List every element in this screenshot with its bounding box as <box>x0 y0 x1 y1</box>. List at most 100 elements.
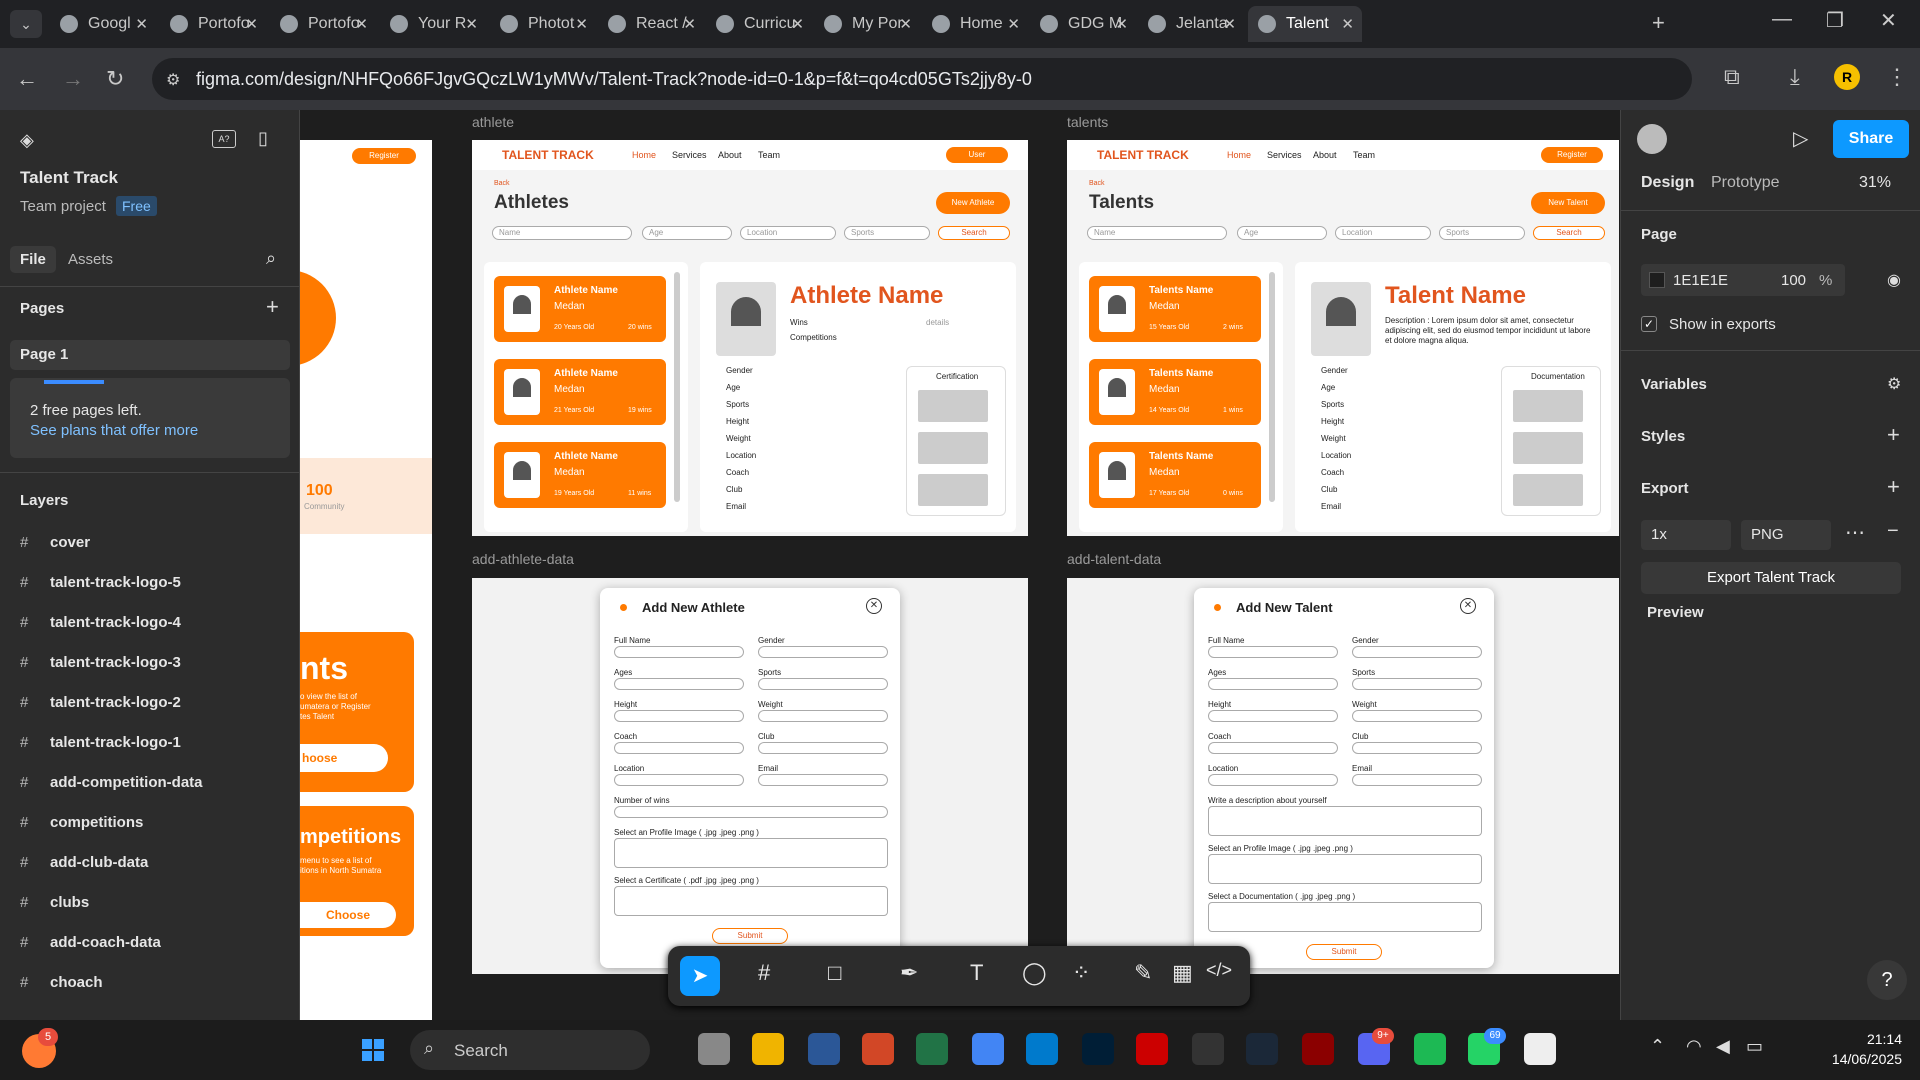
ai-icon[interactable]: A? <box>212 130 236 148</box>
form-input[interactable] <box>1352 742 1482 754</box>
card-list-scrollbar[interactable] <box>674 272 680 502</box>
profile-upload[interactable] <box>1208 854 1482 884</box>
form-input[interactable] <box>614 774 744 786</box>
form-input[interactable] <box>614 742 744 754</box>
app-icon-2[interactable] <box>1302 1033 1334 1065</box>
close-icon[interactable]: ✕ <box>1460 598 1476 614</box>
close-window-icon[interactable]: ✕ <box>1880 8 1897 33</box>
volume-icon[interactable]: ◀ <box>1716 1036 1730 1057</box>
profile-upload[interactable] <box>614 838 888 868</box>
photoshop-icon[interactable] <box>1082 1033 1114 1065</box>
help-icon[interactable]: ? <box>1867 960 1907 1000</box>
layer-item[interactable]: # talent-track-logo-4 <box>20 614 181 631</box>
browser-tab[interactable]: Home ✕ <box>922 6 1028 42</box>
variables-icon[interactable]: ⚙ <box>1887 374 1901 394</box>
tab-close-icon[interactable]: ✕ <box>899 15 912 33</box>
taskbar-search[interactable] <box>410 1030 650 1070</box>
sidebar-toggle-icon[interactable]: ▯ <box>258 128 268 149</box>
forward-icon[interactable]: → <box>62 66 84 92</box>
form-input[interactable] <box>1208 710 1338 722</box>
spotify-icon[interactable] <box>1414 1033 1446 1065</box>
file-name[interactable]: Talent Track <box>20 168 118 188</box>
tab-close-icon[interactable]: ✕ <box>465 15 478 33</box>
frame-label-add-talent[interactable]: add-talent-data <box>1067 551 1161 567</box>
form-input[interactable] <box>758 710 888 722</box>
page-color-value[interactable]: 1E1E1E <box>1673 272 1728 289</box>
layer-item[interactable]: # talent-track-logo-3 <box>20 654 181 671</box>
back-icon[interactable]: ← <box>16 66 38 92</box>
nav-link[interactable]: Team <box>1353 150 1375 160</box>
file-explorer-icon[interactable] <box>752 1033 784 1065</box>
tab-close-icon[interactable]: ✕ <box>1115 15 1128 33</box>
word-icon[interactable] <box>808 1033 840 1065</box>
browser-tab[interactable]: Portofo ✕ <box>160 6 266 42</box>
download-icon[interactable]: ⤓ <box>1790 64 1800 90</box>
details-link[interactable]: details <box>926 318 949 327</box>
tab-design[interactable]: Design <box>1641 174 1694 192</box>
add-style-icon[interactable]: + <box>1887 422 1900 448</box>
browser-tab[interactable]: Talent ✕ <box>1248 6 1362 42</box>
profile-avatar[interactable]: R <box>1834 64 1860 90</box>
form-input[interactable] <box>1352 678 1482 690</box>
nav-register-button[interactable]: Register <box>1541 147 1603 163</box>
clock-time[interactable]: 21:14 <box>1822 1031 1902 1047</box>
pen-tool-icon[interactable]: ✒ <box>900 960 918 986</box>
form-input[interactable] <box>758 774 888 786</box>
menu-dots-icon[interactable]: ⋮ <box>1886 64 1908 90</box>
nav-link[interactable]: Home <box>1227 150 1251 160</box>
promo-choose-button-2[interactable]: Choose <box>300 902 396 928</box>
nav-link[interactable]: Home <box>632 150 656 160</box>
search-button[interactable]: Search <box>938 226 1010 240</box>
styles-title[interactable]: Styles <box>1641 428 1685 445</box>
minimize-icon[interactable]: — <box>1772 8 1792 31</box>
vscode-icon[interactable] <box>1026 1033 1058 1065</box>
form-input[interactable] <box>1352 774 1482 786</box>
description-textarea[interactable] <box>1208 806 1482 836</box>
draw-tool-icon[interactable]: ✎ <box>1134 960 1152 986</box>
nav-link[interactable]: Team <box>758 150 780 160</box>
tab-close-icon[interactable]: ✕ <box>1341 15 1354 33</box>
user-avatar[interactable] <box>1637 124 1667 154</box>
location-filter-input[interactable]: Location <box>740 226 836 240</box>
file-icon[interactable] <box>1524 1033 1556 1065</box>
see-plans-link[interactable]: See plans that offer more <box>30 422 198 439</box>
search-icon[interactable]: ⌕ <box>266 248 276 269</box>
windows-start-icon[interactable] <box>362 1039 384 1061</box>
wins-select[interactable] <box>614 806 888 818</box>
url-input[interactable]: figma.com/design/NHFQo66FJgvGQczLW1yMWv/… <box>152 58 1692 100</box>
site-info-icon[interactable]: ⚙ <box>166 70 180 90</box>
form-input[interactable] <box>1208 774 1338 786</box>
nav-user-button[interactable]: User <box>946 147 1008 163</box>
layer-item[interactable]: # talent-track-logo-5 <box>20 574 181 591</box>
cover-frame[interactable]: Register 100 Community nts o view the li… <box>300 140 432 1020</box>
tray-chevron-icon[interactable]: ⌃ <box>1650 1036 1665 1057</box>
location-filter-input[interactable]: Location <box>1335 226 1431 240</box>
layer-item[interactable]: # add-club-data <box>20 854 148 871</box>
nav-link[interactable]: Services <box>1267 150 1302 160</box>
name-filter-input[interactable]: Name <box>492 226 632 240</box>
person-card[interactable]: Talents Name Medan 15 Years Old 2 wins <box>1089 276 1261 342</box>
export-more-icon[interactable]: ⋯ <box>1845 520 1865 545</box>
clock-date[interactable]: 14/06/2025 <box>1802 1051 1902 1067</box>
figma-menu-icon[interactable]: ◈ <box>20 130 34 151</box>
form-input[interactable] <box>758 742 888 754</box>
person-card[interactable]: Talents Name Medan 17 Years Old 0 wins <box>1089 442 1261 508</box>
documentation-upload[interactable] <box>1208 902 1482 932</box>
form-input[interactable] <box>1208 742 1338 754</box>
browser-tab[interactable]: My Por ✕ <box>814 6 920 42</box>
comment-tool-icon[interactable]: ◯ <box>1022 960 1047 986</box>
show-exports-checkbox[interactable]: ✓ <box>1641 316 1657 332</box>
browser-tab[interactable]: Your R ✕ <box>380 6 486 42</box>
present-play-icon[interactable]: ▷ <box>1793 126 1808 151</box>
browser-tab[interactable]: Curricu ✕ <box>706 6 812 42</box>
tab-search-icon[interactable]: ⌄ <box>10 10 42 38</box>
frame-tool-icon[interactable]: # <box>758 960 770 986</box>
steam-icon[interactable] <box>1246 1033 1278 1065</box>
person-card[interactable]: Athlete Name Medan 20 Years Old 20 wins <box>494 276 666 342</box>
card-list-scrollbar[interactable] <box>1269 272 1275 502</box>
move-tool-icon[interactable]: ➤ <box>680 956 720 996</box>
age-filter-input[interactable]: Age <box>642 226 732 240</box>
person-card[interactable]: Talents Name Medan 14 Years Old 1 wins <box>1089 359 1261 425</box>
sports-filter-select[interactable]: Sports <box>844 226 930 240</box>
athlete-frame[interactable]: TALENT TRACK Home Services About Team User Bac… <box>472 140 1028 536</box>
